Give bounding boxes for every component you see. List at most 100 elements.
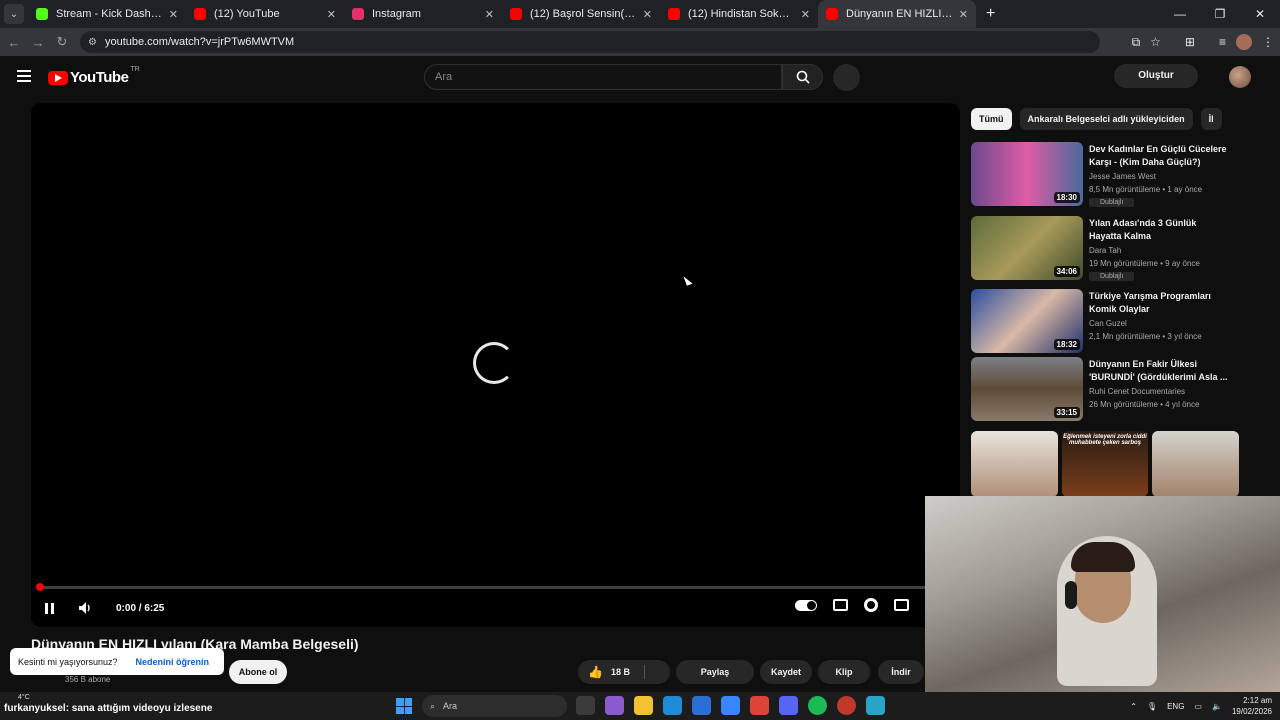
account-avatar[interactable] — [1229, 66, 1251, 88]
clip-button[interactable]: Klip — [818, 660, 870, 684]
short-thumbnail[interactable] — [1152, 431, 1240, 497]
tab-close-icon[interactable]: ✕ — [643, 8, 652, 21]
tab-close-icon[interactable]: ✕ — [169, 8, 178, 21]
video-thumbnail[interactable]: 34:06 — [971, 216, 1083, 280]
edge-browser-icon[interactable] — [663, 696, 682, 715]
browser-tab[interactable]: Dünyanın EN HIZLI yılanı (Kara ✕ — [818, 0, 976, 28]
like-button[interactable]: 👍 18 B — [578, 660, 670, 684]
tab-title: (12) Başrol Sensin(Zoktay part) — [530, 8, 637, 20]
settings-gear-icon[interactable] — [864, 598, 878, 612]
filter-chip[interactable]: Tümü — [971, 108, 1012, 130]
save-button[interactable]: Kaydet — [760, 660, 812, 684]
store-icon[interactable] — [692, 696, 711, 715]
video-thumbnail[interactable]: 33:15 — [971, 357, 1083, 421]
interruption-notice: Kesinti mi yaşıyorsunuz? Nedenini öğreni… — [10, 648, 224, 675]
media-control-icon[interactable]: ≡ — [1219, 35, 1226, 49]
voice-search-button[interactable] — [833, 64, 860, 91]
channel-name[interactable]: Dara Tah — [1089, 246, 1121, 255]
language-indicator[interactable]: ENG — [1167, 702, 1184, 711]
browser-tab[interactable]: (12) Hindistan Sokak Lezzetleri ✕ — [660, 0, 818, 28]
video-thumbnail[interactable]: 18:30 — [971, 142, 1083, 206]
recommended-title[interactable]: Yılan Adası'nda 3 Günlük Hayatta Kalma — [1089, 217, 1229, 243]
bookmark-star-icon[interactable]: ☆ — [1150, 35, 1161, 49]
tab-search-button[interactable]: ⌄ — [4, 4, 24, 24]
speaker-icon[interactable]: 🔈 — [1212, 702, 1222, 711]
spotify-icon[interactable] — [808, 696, 827, 715]
file-explorer-icon[interactable] — [634, 696, 653, 715]
thumbs-up-icon: 👍 — [588, 665, 603, 679]
new-tab-button[interactable]: + — [986, 5, 995, 23]
browser-menu-icon[interactable]: ⋮ — [1262, 35, 1274, 49]
recommended-video[interactable]: 18:32 Türkiye Yarışma Programları Komik O… — [971, 289, 1241, 355]
tab-close-icon[interactable]: ✕ — [801, 8, 810, 21]
url-text: youtube.com/watch?v=jrPTw6MWTVM — [104, 36, 295, 48]
create-button[interactable]: Oluştur — [1114, 64, 1198, 88]
chat-nick: furkanyuksel — [4, 703, 66, 714]
tray-chevron-icon[interactable]: ⌃ — [1130, 702, 1137, 711]
app-icon[interactable] — [866, 696, 885, 715]
short-thumbnail[interactable] — [971, 431, 1058, 497]
extensions-icon[interactable]: ⊞ — [1185, 35, 1195, 49]
chrome-icon[interactable] — [750, 696, 769, 715]
youtube-logo[interactable]: YouTube TR — [48, 66, 140, 86]
filter-chip[interactable]: İl — [1200, 108, 1222, 130]
windows-start-icon[interactable] — [396, 698, 412, 714]
browser-tab[interactable]: Stream - Kick Dashboard ✕ — [28, 0, 186, 28]
download-button[interactable]: İndir — [878, 660, 924, 684]
weather-widget[interactable]: 4°C — [18, 694, 30, 701]
progress-bar[interactable] — [36, 583, 954, 591]
hamburger-menu-icon[interactable] — [17, 70, 31, 85]
browser-profile-avatar[interactable] — [1236, 34, 1252, 50]
pause-button[interactable] — [45, 598, 59, 618]
close-window-button[interactable]: ✕ — [1240, 0, 1280, 28]
video-meta: 26 Mn görüntüleme • 4 yıl önce — [1089, 400, 1200, 409]
filter-chip[interactable]: Ankaralı Belgeselci adlı yükleyiciden — [1019, 108, 1193, 130]
address-bar[interactable]: ⚙ youtube.com/watch?v=jrPTw6MWTVM — [80, 31, 1100, 53]
browser-tab[interactable]: (12) YouTube ✕ — [186, 0, 344, 28]
back-button[interactable]: ← — [2, 35, 26, 50]
subtitles-icon[interactable] — [833, 599, 848, 611]
recommended-video[interactable]: 33:15 Dünyanın En Fakir Ülkesi 'BURUNDİ' … — [971, 357, 1241, 423]
video-thumbnail[interactable]: 18:32 — [971, 289, 1083, 353]
subscriber-count: 356 B abone — [65, 675, 111, 684]
recommended-video[interactable]: 34:06 Yılan Adası'nda 3 Günlük Hayatta Ka… — [971, 216, 1241, 282]
restore-button[interactable]: ❐ — [1200, 0, 1240, 28]
channel-name[interactable]: Jesse James West — [1089, 172, 1156, 181]
mail-icon[interactable] — [721, 696, 740, 715]
autoplay-toggle[interactable] — [795, 599, 817, 611]
theater-mode-icon[interactable] — [894, 599, 909, 611]
site-info-icon[interactable]: ⚙ — [88, 37, 97, 48]
video-player[interactable]: 0:00 / 6:25 — [31, 103, 960, 627]
task-view-icon[interactable] — [576, 696, 595, 715]
reload-button[interactable]: ↻ — [50, 34, 74, 50]
minimize-button[interactable]: — — [1160, 0, 1200, 28]
microphone-icon[interactable]: 🎙 — [1147, 702, 1157, 711]
recommended-title[interactable]: Dev Kadınlar En Güçlü Cücelere Karşı - (… — [1089, 143, 1229, 169]
browser-tab[interactable]: Instagram ✕ — [344, 0, 502, 28]
taskbar-search[interactable]: ⌕ Ara — [422, 695, 567, 717]
channel-name[interactable]: Can Guzel — [1089, 319, 1127, 328]
obs-icon[interactable] — [837, 696, 856, 715]
browser-tab[interactable]: (12) Başrol Sensin(Zoktay part) ✕ — [502, 0, 660, 28]
volume-button[interactable] — [79, 598, 93, 618]
recommended-title[interactable]: Türkiye Yarışma Programları Komik Olayla… — [1089, 290, 1229, 316]
channel-name[interactable]: Ruhi Cenet Documentaries — [1089, 387, 1185, 396]
discord-icon[interactable] — [779, 696, 798, 715]
recommended-title[interactable]: Dünyanın En Fakir Ülkesi 'BURUNDİ' (Görd… — [1089, 358, 1229, 384]
recommended-video[interactable]: 18:30 Dev Kadınlar En Güçlü Cücelere Karş… — [971, 142, 1241, 208]
scrubber-handle[interactable] — [36, 583, 44, 591]
share-button[interactable]: Paylaş — [676, 660, 754, 684]
search-button[interactable] — [782, 64, 823, 90]
learn-more-link[interactable]: Nedenini öğrenin — [136, 657, 210, 667]
network-icon[interactable]: ▭ — [1194, 702, 1202, 711]
search-input[interactable]: Ara — [424, 64, 782, 90]
tab-close-icon[interactable]: ✕ — [959, 8, 968, 21]
subscribe-button[interactable]: Abone ol — [229, 660, 287, 684]
tab-close-icon[interactable]: ✕ — [485, 8, 494, 21]
clock[interactable]: 2:12 am 19/02/2026 — [1232, 695, 1272, 717]
short-thumbnail[interactable]: Eğlenmek isteyeni zorla ciddi muhabbete … — [1061, 431, 1149, 497]
tab-close-icon[interactable]: ✕ — [327, 8, 336, 21]
install-app-icon[interactable]: ⧉ — [1132, 35, 1141, 50]
widgets-app-icon[interactable] — [605, 696, 624, 715]
forward-button[interactable]: → — [26, 35, 50, 50]
